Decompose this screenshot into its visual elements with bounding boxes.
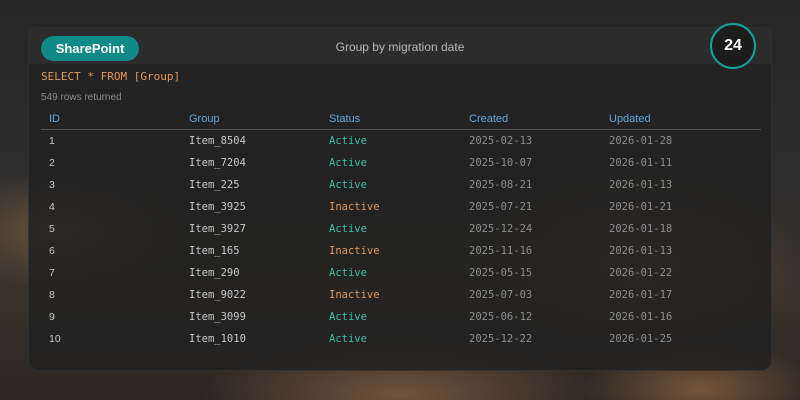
cell-id: 8 [49, 289, 55, 301]
table-row[interactable]: 4 Item_3925 Inactive 2025-07-21 2026-01-21 [41, 196, 761, 218]
notification-count-badge[interactable]: 24 [710, 23, 756, 69]
cell-group: Item_3099 [189, 311, 246, 323]
cell-status: Inactive [329, 201, 380, 213]
cell-updated: 2026-01-22 [609, 267, 673, 279]
column-header-status[interactable]: Status [321, 108, 461, 130]
cell-status: Active [329, 333, 367, 345]
table-row[interactable]: 2 Item_7204 Active 2025-10-07 2026-01-11 [41, 152, 761, 174]
cell-group: Item_1010 [189, 333, 246, 345]
cell-updated: 2026-01-11 [609, 157, 673, 169]
cell-id: 5 [49, 223, 55, 235]
table-row[interactable]: 6 Item_165 Inactive 2025-11-16 2026-01-13 [41, 240, 761, 262]
table-row[interactable]: 5 Item_3927 Active 2025-12-24 2026-01-18 [41, 218, 761, 240]
cell-updated: 2026-01-13 [609, 179, 673, 191]
cell-status: Active [329, 179, 367, 191]
cell-id: 2 [49, 157, 55, 169]
cell-status: Active [329, 311, 367, 323]
cell-id: 10 [49, 333, 61, 345]
cell-status: Inactive [329, 289, 380, 301]
column-header-id[interactable]: ID [41, 108, 181, 130]
cell-id: 7 [49, 267, 55, 279]
table-row[interactable]: 7 Item_290 Active 2025-05-15 2026-01-22 [41, 262, 761, 284]
cell-created: 2025-12-22 [469, 333, 533, 345]
rows-returned-label: 549 rows returned [41, 92, 122, 103]
cell-status: Active [329, 135, 367, 147]
column-header-created[interactable]: Created [461, 108, 601, 130]
column-header-group[interactable]: Group [181, 108, 321, 130]
cell-group: Item_7204 [189, 157, 246, 169]
cell-group: Item_9022 [189, 289, 246, 301]
cell-created: 2025-02-13 [469, 135, 533, 147]
results-table: ID Group Status Created Updated 1 Item_85… [41, 108, 761, 350]
cell-status: Active [329, 157, 367, 169]
cell-id: 4 [49, 201, 55, 213]
cell-created: 2025-05-15 [469, 267, 533, 279]
cell-group: Item_165 [189, 245, 240, 257]
table-row[interactable]: 3 Item_225 Active 2025-08-21 2026-01-13 [41, 174, 761, 196]
table-row[interactable]: 1 Item_8504 Active 2025-02-13 2026-01-28 [41, 130, 761, 153]
cell-created: 2025-08-21 [469, 179, 533, 191]
sql-query-text: SELECT * FROM [Group] [41, 70, 181, 83]
cell-created: 2025-10-07 [469, 157, 533, 169]
cell-group: Item_225 [189, 179, 240, 191]
cell-group: Item_3927 [189, 223, 246, 235]
table-row[interactable]: 10 Item_1010 Active 2025-12-22 2026-01-25 [41, 328, 761, 350]
cell-id: 3 [49, 179, 55, 191]
panel-header: SharePoint Group by migration date [29, 28, 771, 64]
cell-created: 2025-12-24 [469, 223, 533, 235]
cell-status: Active [329, 267, 367, 279]
table-header-row: ID Group Status Created Updated [41, 108, 761, 130]
cell-status: Active [329, 223, 367, 235]
table-row[interactable]: 8 Item_9022 Inactive 2025-07-03 2026-01-17 [41, 284, 761, 306]
table-body: 1 Item_8504 Active 2025-02-13 2026-01-28 2 Ite… [41, 130, 761, 351]
cell-id: 9 [49, 311, 55, 323]
table-row[interactable]: 9 Item_3099 Active 2025-06-12 2026-01-16 [41, 306, 761, 328]
cell-updated: 2026-01-25 [609, 333, 673, 345]
page-title: Group by migration date [335, 40, 465, 54]
cell-updated: 2026-01-16 [609, 311, 673, 323]
cell-id: 1 [49, 135, 55, 147]
cell-created: 2025-07-03 [469, 289, 533, 301]
cell-group: Item_8504 [189, 135, 246, 147]
cell-updated: 2026-01-28 [609, 135, 673, 147]
cell-group: Item_290 [189, 267, 240, 279]
cell-updated: 2026-01-13 [609, 245, 673, 257]
cell-group: Item_3925 [189, 201, 246, 213]
cell-created: 2025-07-21 [469, 201, 533, 213]
query-results-panel: SharePoint Group by migration date SELEC… [28, 27, 772, 371]
cell-updated: 2026-01-21 [609, 201, 673, 213]
column-header-updated[interactable]: Updated [601, 108, 761, 130]
cell-updated: 2026-01-17 [609, 289, 673, 301]
cell-updated: 2026-01-18 [609, 223, 673, 235]
cell-created: 2025-11-16 [469, 245, 533, 257]
cell-status: Inactive [329, 245, 380, 257]
cell-id: 6 [49, 245, 55, 257]
cell-created: 2025-06-12 [469, 311, 533, 323]
